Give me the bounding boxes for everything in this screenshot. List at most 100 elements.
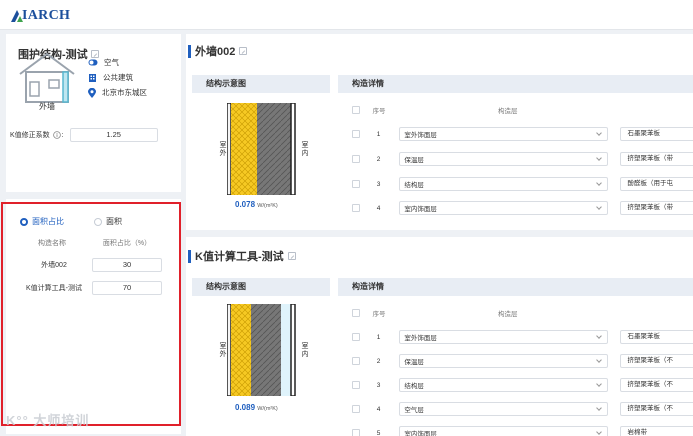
select-all-checkbox[interactable] [352, 309, 360, 317]
chevron-down-icon [596, 204, 603, 210]
layer-select[interactable]: 结构层 [399, 378, 609, 392]
row-num: 5 [376, 429, 381, 436]
edit-icon[interactable] [287, 252, 296, 260]
inside-label: 室内 [301, 141, 308, 157]
top-bar: IARCH [0, 0, 693, 30]
radio-area-ratio[interactable]: 面积占比 [20, 216, 64, 227]
app-logo[interactable]: IARCH [10, 8, 70, 24]
row-checkbox[interactable] [352, 333, 360, 341]
prop-location: 北京市东城区 [88, 85, 147, 100]
layer-select[interactable]: 室外饰面层 [399, 330, 609, 344]
chevron-down-icon [596, 333, 603, 339]
layer-select[interactable]: 室外饰面层 [399, 127, 609, 141]
layer-row: 2 保温层 挤塑聚苯板（不 [338, 352, 693, 370]
layer-select-value: 空气层 [404, 407, 424, 414]
k-correction-input[interactable]: 1.25 [69, 128, 158, 142]
material-select[interactable]: 挤塑聚苯板（带 [620, 152, 693, 166]
envelope-props: 空气 公共建筑 北京市东城区 [88, 55, 147, 100]
layer-select[interactable]: 空气层 [399, 402, 609, 416]
ratio-row-name: K值计算工具-测试 [26, 285, 82, 292]
layer-row: 4 室内饰面层 挤塑聚苯板（带 [338, 199, 693, 217]
material-select[interactable]: 挤塑聚苯板（带 [620, 201, 693, 215]
section-title: 外墙002 [188, 43, 248, 59]
chevron-down-icon [596, 180, 603, 186]
detail-header: 构造详情 [338, 278, 693, 296]
building-icon [89, 74, 96, 82]
header-num: 序号 [372, 108, 386, 115]
row-num: 1 [376, 130, 381, 138]
layer-select-value: 室内饰面层 [404, 206, 437, 213]
logo-text: IARCH [22, 8, 71, 23]
row-checkbox[interactable] [352, 180, 360, 188]
layer-select-value: 结构层 [404, 383, 424, 390]
edit-icon[interactable] [239, 47, 248, 55]
radio-area-ratio-label: 面积占比 [32, 217, 64, 226]
layer-select[interactable]: 保温层 [399, 354, 609, 368]
info-icon[interactable] [52, 131, 61, 139]
k-correction-label: K值修正系数 [10, 132, 50, 139]
row-checkbox[interactable] [352, 357, 360, 365]
layer-select[interactable]: 结构层 [399, 177, 609, 191]
ratio-row: 外墙002 30 [16, 258, 166, 272]
select-all-checkbox[interactable] [352, 106, 360, 114]
material-select[interactable]: 石墨聚苯板 [620, 330, 693, 344]
row-checkbox[interactable] [352, 429, 360, 436]
ratio-row-input[interactable]: 30 [92, 258, 162, 272]
section-title-text: K值计算工具-测试 [195, 251, 284, 263]
row-checkbox[interactable] [352, 130, 360, 138]
row-checkbox[interactable] [352, 155, 360, 163]
material-select[interactable]: 挤塑聚苯板（不 [620, 378, 693, 392]
diagram-header: 结构示意图 [192, 278, 330, 296]
prop-location-text: 北京市东城区 [102, 88, 147, 97]
watermark: K°° 大师培训 [6, 413, 90, 428]
location-pin-icon [88, 87, 96, 98]
k-colon: : [61, 131, 64, 139]
layer-row: 1 室外饰面层 石墨聚苯板 [338, 125, 693, 143]
ratio-row-input[interactable]: 70 [92, 281, 162, 295]
u-value-number: 0.089 [235, 403, 256, 412]
row-checkbox[interactable] [352, 381, 360, 389]
radio-area[interactable]: 面积 [94, 216, 122, 227]
chevron-down-icon [596, 357, 603, 363]
material-select[interactable]: 酚醛板（用于屯 [620, 177, 693, 191]
prop-air: 空气 [88, 55, 147, 70]
title-accent [188, 249, 191, 263]
layer-row: 3 结构层 挤塑聚苯板（不 [338, 376, 693, 394]
layer-table-header: 序号 构造层 [338, 101, 693, 119]
chevron-down-icon [596, 405, 603, 411]
u-value: 0.089 W/(m²K) [235, 403, 278, 412]
layer-select-value: 结构层 [404, 182, 424, 189]
area-ratio-card [6, 199, 181, 434]
row-checkbox[interactable] [352, 405, 360, 413]
material-select[interactable]: 挤塑聚苯板（不 [620, 354, 693, 368]
prop-building-type-text: 公共建筑 [103, 73, 133, 82]
wall-diagram: 室外 室内 0.089 W/(m²K) [192, 296, 330, 424]
ratio-header-name: 构造名称 [38, 240, 66, 247]
layer-select[interactable]: 室内饰面层 [399, 426, 609, 436]
section-title-text: 外墙002 [195, 46, 236, 58]
k-correction-row: K值修正系数 : 1.25 [10, 128, 158, 142]
material-select[interactable]: 岩棉带 [620, 426, 693, 436]
prop-building-type: 公共建筑 [88, 70, 147, 85]
row-num: 3 [376, 180, 381, 188]
outside-label: 室外 [219, 141, 226, 157]
u-value-unit: W/(m²K) [257, 406, 278, 412]
layer-select[interactable]: 室内饰面层 [399, 201, 609, 215]
layer-select-value: 保温层 [404, 157, 424, 164]
row-checkbox[interactable] [352, 204, 360, 212]
layer-select[interactable]: 保温层 [399, 152, 609, 166]
ratio-table-header: 构造名称 面积占比（%） [16, 238, 166, 248]
row-num: 1 [376, 333, 381, 341]
ratio-row-name: 外墙002 [41, 262, 67, 269]
layer-row: 5 室内饰面层 岩棉带 [338, 424, 693, 436]
house-label: 外墙 [39, 102, 55, 111]
layer-row: 3 结构层 酚醛板（用于屯 [338, 175, 693, 193]
inside-label: 室内 [301, 342, 308, 358]
layer-table-header: 序号 构造层 [338, 304, 693, 322]
material-select[interactable]: 石墨聚苯板 [620, 127, 693, 141]
layer-select-value: 室外饰面层 [404, 132, 437, 139]
diagram-header: 结构示意图 [192, 75, 330, 93]
layer-select-value: 室外饰面层 [404, 335, 437, 342]
chevron-down-icon [596, 155, 603, 161]
material-select[interactable]: 挤塑聚苯板（不 [620, 402, 693, 416]
